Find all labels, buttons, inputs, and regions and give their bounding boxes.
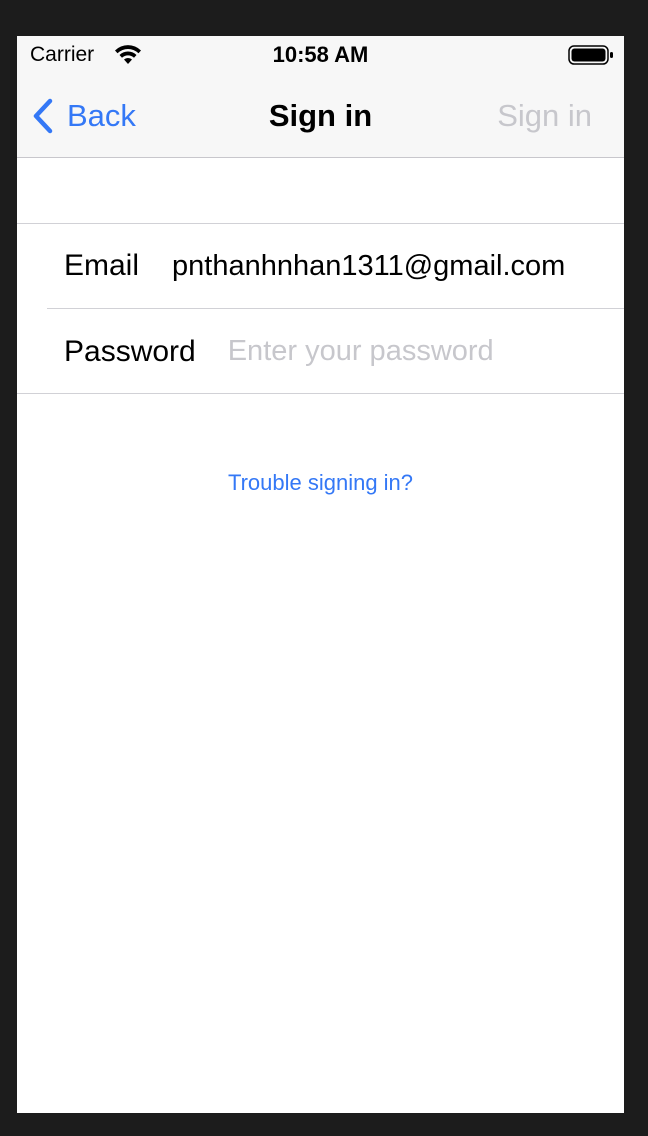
battery-icon xyxy=(568,45,613,65)
sign-in-button[interactable]: Sign in xyxy=(497,98,592,134)
sign-in-form: Email pnthanhnhan1311@gmail.com Password xyxy=(17,223,624,394)
password-field[interactable] xyxy=(227,335,568,368)
status-time: 10:58 AM xyxy=(272,42,369,67)
email-label: Email xyxy=(64,249,140,282)
password-row[interactable]: Password xyxy=(47,309,624,394)
sign-in-screen: Carrier 10:58 AM Back Sign in Sign in Em… xyxy=(17,36,624,1113)
email-field[interactable]: pnthanhnhan1311@gmail.com xyxy=(172,250,565,283)
navigation-bar: Back Sign in Sign in xyxy=(17,74,624,158)
password-label: Password xyxy=(64,334,196,368)
trouble-signing-in-link[interactable]: Trouble signing in? xyxy=(17,470,624,496)
status-bar: Carrier 10:58 AM xyxy=(17,36,624,74)
email-row[interactable]: Email pnthanhnhan1311@gmail.com xyxy=(47,224,624,309)
